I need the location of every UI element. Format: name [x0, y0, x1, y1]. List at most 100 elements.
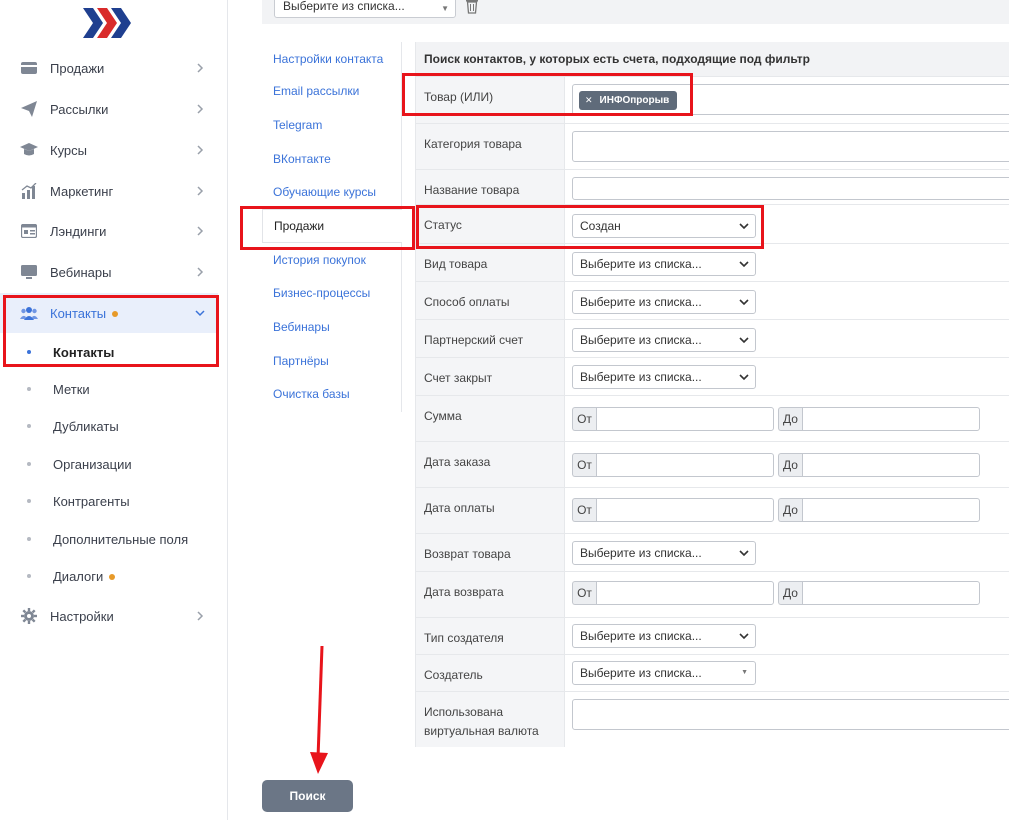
tab-training-courses[interactable]: Обучающие курсы: [262, 175, 400, 209]
app-root: Продажи Рассылки Курсы Маркетинг Лэндинг…: [0, 0, 1009, 820]
tab-email-mailings[interactable]: Email рассылки: [262, 74, 400, 108]
filter-row-label: Товар (ИЛИ): [416, 77, 565, 123]
filter-row-product-return: Возврат товара Выберите из списка...: [416, 534, 1009, 572]
sidebar-subitem-organizations[interactable]: Организации: [0, 446, 218, 482]
brand-logo-icon[interactable]: [83, 6, 135, 40]
amount-from-input[interactable]: [596, 407, 774, 431]
filter-row-amount: Сумма От До: [416, 396, 1009, 442]
sidebar-item-landings[interactable]: Лэндинги: [0, 211, 218, 251]
top-filter-select-value: Выберите из списка...: [283, 0, 405, 13]
sidebar-subitem-counterparties[interactable]: Контрагенты: [0, 483, 218, 519]
creator-select[interactable]: Выберите из списка... ▼: [572, 661, 756, 685]
partner-invoice-select[interactable]: Выберите из списка...: [572, 328, 756, 352]
return-date-from-input[interactable]: [596, 581, 774, 605]
sidebar-item-sales[interactable]: Продажи: [0, 48, 218, 88]
filter-row-label: Счет закрыт: [416, 358, 565, 395]
filter-row-label: Партнерский счет: [416, 320, 565, 357]
sidebar-subitem-contacts[interactable]: Контакты: [0, 334, 218, 370]
users-icon: [20, 304, 38, 322]
sidebar-item-contacts[interactable]: Контакты: [0, 293, 218, 333]
graduation-cap-icon: [20, 141, 38, 159]
bullet-icon: [27, 537, 31, 541]
product-return-select[interactable]: Выберите из списка...: [572, 541, 756, 565]
chevron-down-icon: [739, 337, 749, 344]
product-type-select-value: Выберите из списка...: [580, 257, 702, 271]
creator-type-select[interactable]: Выберите из списка...: [572, 624, 756, 648]
amount-to-input[interactable]: [802, 407, 980, 431]
sidebar-subitem-duplicates[interactable]: Дубликаты: [0, 408, 218, 444]
sidebar: Продажи Рассылки Курсы Маркетинг Лэндинг…: [0, 0, 228, 820]
payment-date-from-input[interactable]: [596, 498, 774, 522]
contact-sections-nav: Настройки контакта Email рассылки Telegr…: [262, 42, 402, 412]
sidebar-subitem-custom-fields[interactable]: Дополнительные поля: [0, 521, 218, 557]
status-select[interactable]: Создан: [572, 214, 756, 238]
tab-business-processes[interactable]: Бизнес-процессы: [262, 276, 400, 310]
tab-purchase-history[interactable]: История покупок: [262, 243, 400, 277]
tab-webinars[interactable]: Вебинары: [262, 310, 400, 344]
tab-sales[interactable]: Продажи: [262, 209, 402, 243]
virtual-currency-multiselect[interactable]: [572, 699, 1009, 730]
from-label: От: [572, 407, 596, 431]
filter-row-product: Товар (ИЛИ) ✕ ИНФОпрорыв: [416, 77, 1009, 124]
remove-tag-icon[interactable]: ✕: [585, 95, 593, 106]
bullet-icon: [27, 499, 31, 503]
to-label: До: [778, 581, 802, 605]
partner-invoice-select-value: Выберите из списка...: [580, 333, 702, 347]
creator-type-select-value: Выберите из списка...: [580, 629, 702, 643]
sidebar-subitem-label: Дополнительные поля: [53, 531, 189, 547]
order-date-to-input[interactable]: [802, 453, 980, 477]
sidebar-item-courses[interactable]: Курсы: [0, 130, 218, 170]
to-label: До: [778, 407, 802, 431]
payment-date-to-input[interactable]: [802, 498, 980, 522]
amount-range: От До: [572, 407, 980, 431]
filter-row-payment-date: Дата оплаты От До: [416, 488, 1009, 534]
tab-telegram[interactable]: Telegram: [262, 108, 400, 142]
annotation-arrow-icon: [310, 645, 328, 774]
tab-contact-settings[interactable]: Настройки контакта: [262, 42, 400, 76]
caret-down-icon: ▼: [741, 669, 748, 676]
search-button[interactable]: Поиск: [262, 780, 353, 812]
sidebar-item-mailings[interactable]: Рассылки: [0, 89, 218, 129]
product-tag[interactable]: ✕ ИНФОпрорыв: [579, 91, 678, 110]
bullet-icon: [27, 574, 31, 578]
status-select-value: Создан: [580, 219, 621, 233]
filter-row-order-date: Дата заказа От До: [416, 442, 1009, 488]
sidebar-item-webinars[interactable]: Вебинары: [0, 252, 218, 292]
filter-row-label: Создатель: [416, 655, 565, 691]
chevron-right-icon: [194, 610, 206, 622]
return-date-range: От До: [572, 581, 980, 605]
chevron-right-icon: [194, 185, 206, 197]
creator-select-value: Выберите из списка...: [580, 666, 702, 680]
chevron-down-icon: [194, 307, 206, 319]
product-name-input[interactable]: [572, 177, 1009, 200]
product-multiselect[interactable]: ✕ ИНФОпрорыв: [572, 84, 1009, 115]
payment-method-select[interactable]: Выберите из списка...: [572, 290, 756, 314]
top-filter-select[interactable]: Выберите из списка... ▼: [274, 0, 456, 18]
chevron-right-icon: [194, 266, 206, 278]
tab-partners[interactable]: Партнёры: [262, 344, 400, 378]
sidebar-item-label: Маркетинг: [50, 183, 114, 199]
invoice-closed-select[interactable]: Выберите из списка...: [572, 365, 756, 389]
return-date-to-input[interactable]: [802, 581, 980, 605]
order-date-from-input[interactable]: [596, 453, 774, 477]
tab-vkontakte[interactable]: ВКонтакте: [262, 142, 400, 176]
chevron-down-icon: [739, 374, 749, 381]
sales-filter-table: Поиск контактов, у которых есть счета, п…: [415, 42, 1009, 747]
filter-row-product-name: Название товара: [416, 170, 1009, 205]
sidebar-subitem-tags[interactable]: Метки: [0, 371, 218, 407]
sidebar-item-marketing[interactable]: Маркетинг: [0, 171, 218, 211]
chevron-right-icon: [194, 144, 206, 156]
paper-plane-icon: [20, 100, 38, 118]
sidebar-item-label: Контакты: [50, 305, 107, 321]
product-category-multiselect[interactable]: [572, 131, 1009, 162]
payment-method-select-value: Выберите из списка...: [580, 295, 702, 309]
product-type-select[interactable]: Выберите из списка...: [572, 252, 756, 276]
chevron-down-icon: [739, 633, 749, 640]
tab-database-cleanup[interactable]: Очистка базы: [262, 377, 400, 411]
sidebar-subitem-dialogs[interactable]: Диалоги: [0, 558, 218, 594]
payment-date-range: От До: [572, 498, 980, 522]
sidebar-item-settings[interactable]: Настройки: [0, 596, 218, 636]
sidebar-subitem-label: Диалоги: [53, 568, 104, 584]
trash-icon[interactable]: [465, 0, 479, 14]
chevron-down-icon: [739, 550, 749, 557]
